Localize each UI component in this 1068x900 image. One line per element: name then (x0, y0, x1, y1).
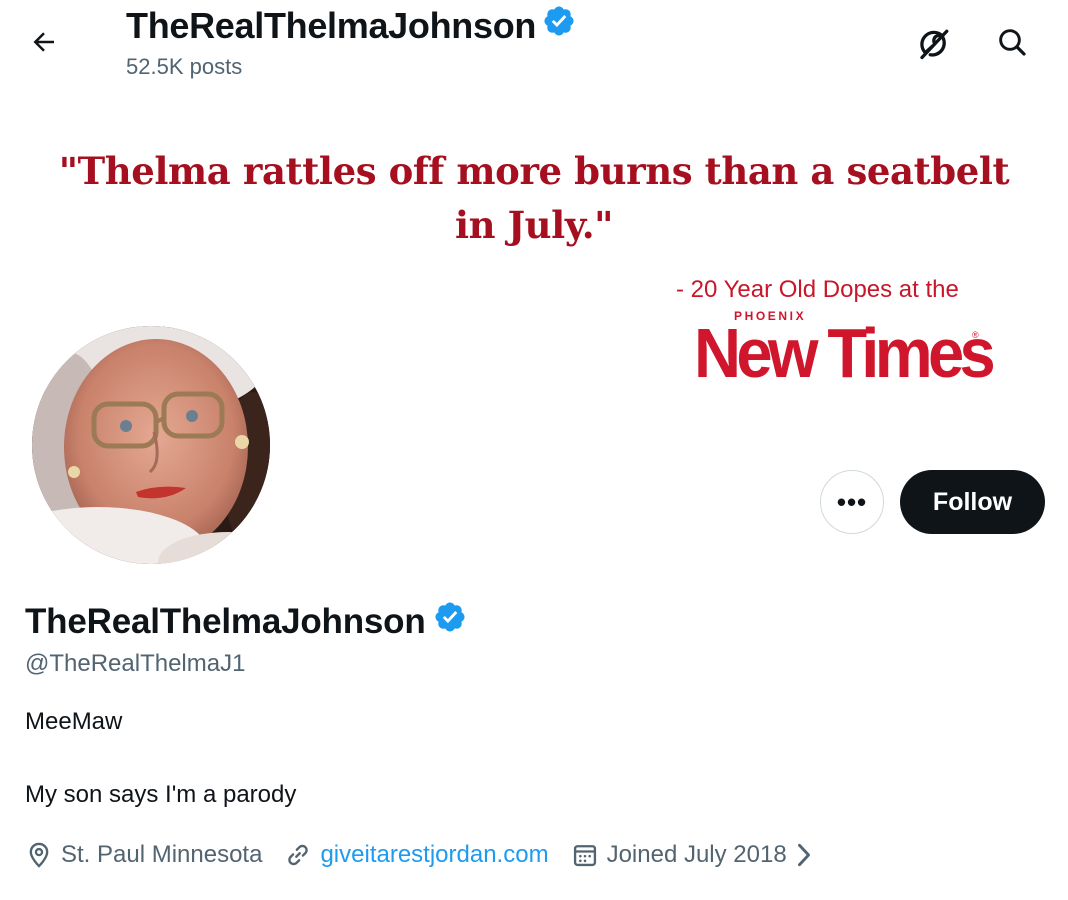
joined-text: Joined July 2018 (606, 841, 787, 868)
profile-meta-row: St. Paul Minnesota giveitarestjordan.com… (25, 836, 821, 874)
more-options-icon: ••• (836, 486, 868, 517)
grok-icon (920, 29, 949, 60)
top-bar: TheRealThelmaJohnson 52.5K posts (0, 0, 1068, 100)
chevron-right-icon (797, 843, 810, 867)
logo-registered-mark: ® (972, 330, 979, 340)
avatar-portrait (28, 322, 274, 568)
profile-handle: @TheRealThelmaJ1 (25, 650, 246, 677)
header-title-text: TheRealThelmaJohnson (126, 4, 537, 46)
website-text[interactable]: giveitarestjordan.com (320, 841, 548, 869)
more-options-button[interactable]: ••• (820, 470, 884, 534)
header-title: TheRealThelmaJohnson (126, 4, 576, 47)
verified-badge-icon (542, 4, 576, 47)
verified-badge-icon[interactable] (433, 600, 467, 643)
profile-avatar[interactable] (28, 322, 274, 568)
bio-line: My son says I'm a parody (25, 781, 297, 808)
display-name-text: TheRealThelmaJohnson (25, 601, 426, 641)
post-count: 52.5K posts (126, 54, 243, 79)
new-times-logo: PHOENIX New Times ® (694, 308, 996, 392)
banner-quote-line2: in July." (454, 203, 614, 247)
profile-display-name: TheRealThelmaJohnson (25, 600, 467, 643)
bio-line: MeeMaw (25, 708, 123, 735)
banner-quote: "Thelma rattles off more burns than a se… (30, 144, 1038, 252)
banner-attribution: - 20 Year Old Dopes at the (676, 276, 959, 303)
location-text: St. Paul Minnesota (61, 841, 263, 868)
arrow-left-icon (33, 32, 54, 52)
follow-button[interactable]: Follow (900, 470, 1045, 534)
follow-label: Follow (932, 487, 1013, 516)
website-link[interactable]: giveitarestjordan.com (284, 841, 549, 869)
grok-button[interactable] (912, 22, 956, 66)
location: St. Paul Minnesota (25, 841, 262, 869)
back-button[interactable] (22, 22, 66, 62)
logo-main-text: New Times (694, 314, 996, 392)
banner-quote-line1: "Thelma rattles off more burns than a se… (58, 149, 1010, 193)
link-icon (288, 844, 309, 866)
calendar-icon (573, 845, 596, 867)
search-button[interactable] (990, 20, 1034, 64)
location-pin-icon (29, 842, 49, 868)
joined-date[interactable]: Joined July 2018 (571, 841, 821, 869)
search-icon (999, 29, 1026, 56)
